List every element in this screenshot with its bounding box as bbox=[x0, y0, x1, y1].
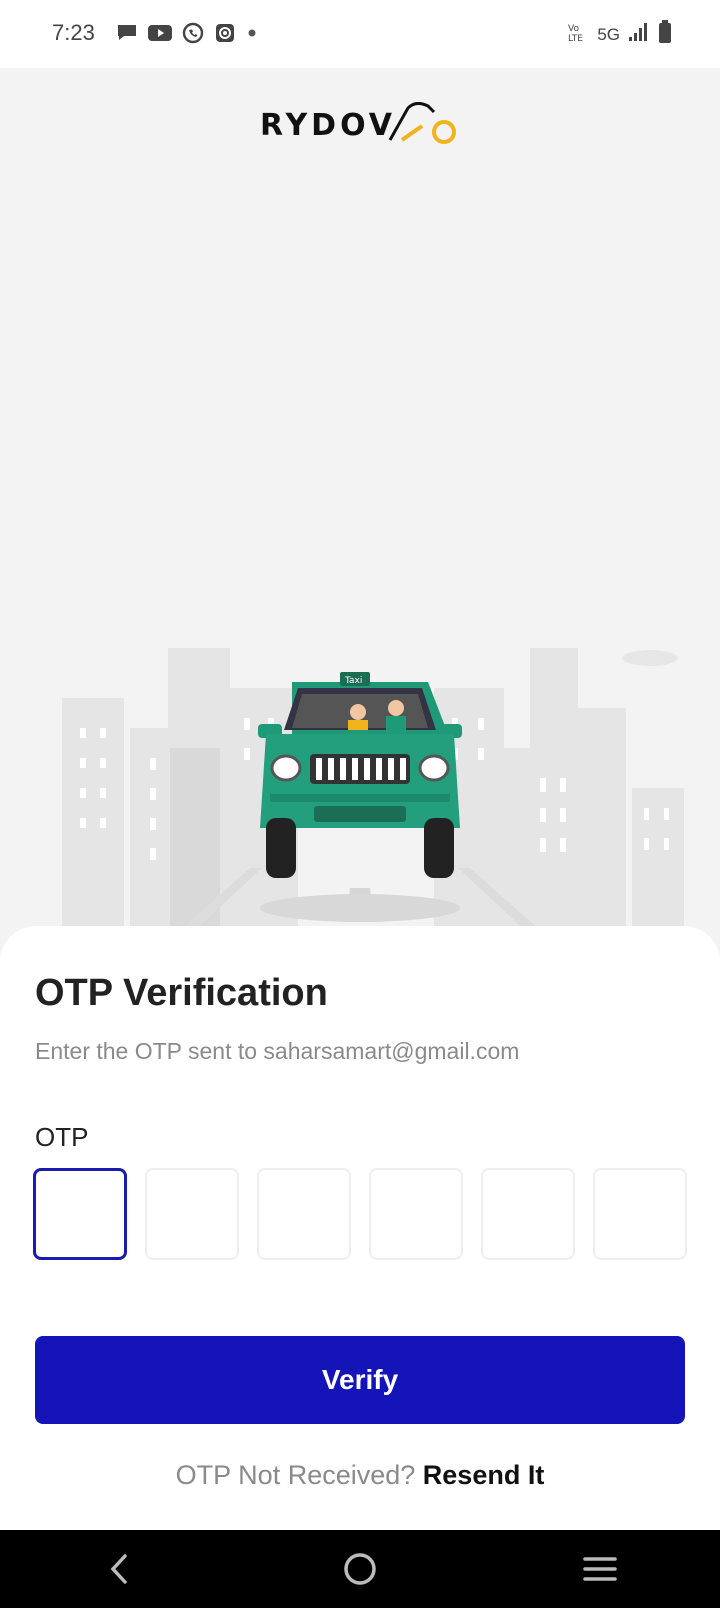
app-logo: RYDOV bbox=[260, 102, 460, 148]
status-time: 7:23 bbox=[52, 20, 95, 45]
status-right: Vo LTE 5G bbox=[567, 20, 672, 49]
otp-digit-6-field[interactable] bbox=[593, 1168, 687, 1260]
recents-icon[interactable] bbox=[570, 1539, 630, 1599]
logo-wheel-icon bbox=[388, 102, 456, 144]
otp-bottom-sheet: OTP Verification Enter the OTP sent to s… bbox=[0, 926, 720, 1530]
home-icon[interactable] bbox=[330, 1539, 390, 1599]
signal-icon bbox=[628, 22, 650, 47]
otp-digit-5-field[interactable] bbox=[481, 1168, 575, 1260]
status-bar: 7:23 Vo LTE 5G bbox=[0, 0, 720, 68]
message-icon bbox=[116, 23, 138, 43]
resend-link[interactable]: Resend It bbox=[423, 1460, 545, 1490]
svg-text:LTE: LTE bbox=[568, 34, 583, 43]
volte-icon: Vo LTE bbox=[567, 21, 589, 48]
whatsapp-icon bbox=[182, 22, 204, 44]
otp-instructions: Enter the OTP sent to saharsamart@gmail.… bbox=[35, 1038, 520, 1064]
svg-text:Vo: Vo bbox=[568, 24, 579, 34]
battery-icon bbox=[658, 20, 672, 49]
otp-digit-3-field[interactable] bbox=[257, 1168, 351, 1260]
notification-icons bbox=[116, 22, 258, 44]
system-nav-bar bbox=[0, 1530, 720, 1608]
otp-label: OTP bbox=[35, 1122, 89, 1152]
otp-digit-4-field[interactable] bbox=[369, 1168, 463, 1260]
resend-row: OTP Not Received? Resend It bbox=[0, 1460, 720, 1491]
taxi-illustration: Taxi bbox=[62, 648, 684, 938]
taxi-sign: Taxi bbox=[344, 676, 362, 686]
logo-text: RYDOV bbox=[260, 108, 397, 143]
hero-section: RYDOV Taxi bbox=[0, 68, 720, 938]
resend-question: OTP Not Received? bbox=[175, 1460, 416, 1490]
back-icon[interactable] bbox=[90, 1539, 150, 1599]
screen-record-icon bbox=[214, 22, 236, 44]
network-type: 5G bbox=[597, 24, 620, 44]
youtube-icon bbox=[148, 24, 172, 42]
otp-input-group bbox=[33, 1168, 687, 1260]
otp-digit-2-field[interactable] bbox=[145, 1168, 239, 1260]
page-title: OTP Verification bbox=[35, 972, 328, 1014]
otp-digit-1-field[interactable] bbox=[33, 1168, 127, 1260]
verify-button[interactable]: Verify bbox=[35, 1336, 685, 1424]
dot-icon bbox=[246, 27, 258, 39]
